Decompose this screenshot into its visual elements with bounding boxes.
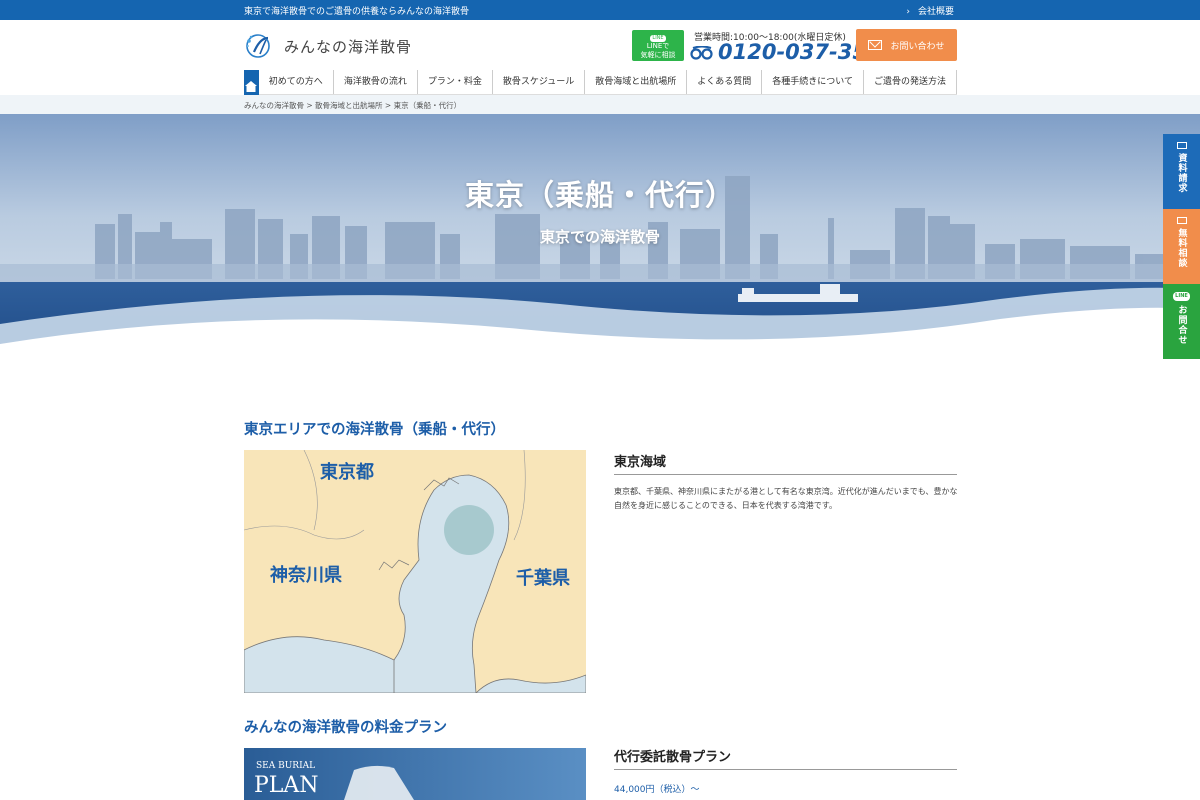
site-tagline: 東京で海洋散骨でのご遺骨の供養ならみんなの海洋散骨 [244,7,470,17]
nav-item-first-time[interactable]: 初めての方へ [259,70,334,94]
side-tabs: 資料請求 無料相談 LINE お問合せ [1163,134,1200,359]
map-label-chiba: 千葉県 [516,568,570,589]
top-bar: 東京で海洋散骨でのご遺骨の供養ならみんなの海洋散骨 › 会社概要 [0,0,1200,20]
side-tab-label: 資料請求 [1176,153,1187,193]
freedial-icon [690,45,714,60]
mail-icon [1176,142,1187,149]
breadcrumb-text[interactable]: みんなの海洋散骨 > 散骨海域と出航場所 > 東京（乗船・代行） [244,100,461,111]
plan-image-line2: PLAN [254,773,319,798]
nav-item-procedures[interactable]: 各種手続きについて [762,70,864,94]
side-tab-label: お問合せ [1176,305,1187,345]
info-title-tokyo-sea: 東京海域 [614,451,957,475]
logo-mark-icon [244,32,280,60]
line-icon: LINE [650,35,666,42]
side-tab-line-contact[interactable]: LINE お問合せ [1163,284,1200,359]
line-icon: LINE [1173,292,1190,301]
nav-item-faq[interactable]: よくある質問 [687,70,763,94]
plan-image: SEA BURIAL PLAN [244,748,586,800]
section-heading-pricing: みんなの海洋散骨の料金プラン [244,720,447,736]
tokyo-bay-map: 東京都 神奈川県 千葉県 [244,450,586,693]
mail-icon [868,40,883,50]
plan-image-line1: SEA BURIAL [256,761,315,771]
nav-item-shipping[interactable]: ご遺骨の発送方法 [864,70,957,94]
map-label-tokyo: 東京都 [320,461,374,483]
nav-item-flow[interactable]: 海洋散骨の流れ [334,70,418,94]
line-consult-button[interactable]: LINE LINEで 気軽に相談 [632,30,684,61]
contact-button[interactable]: お問い合わせ [856,29,957,61]
nav-item-schedule[interactable]: 散骨スケジュール [493,70,586,94]
main-nav: 初めての方へ 海洋散骨の流れ プラン・料金 散骨スケジュール 散骨海域と出航場所… [244,70,957,95]
mail-icon [1176,217,1187,224]
chevron-right-icon: › [906,7,910,17]
line-button-text1: LINEで [646,42,670,50]
plan-price: 44,000円（税込）〜 [614,785,700,795]
map-label-kanagawa: 神奈川県 [270,564,342,586]
nav-item-plans[interactable]: プラン・料金 [418,70,493,94]
nav-home[interactable] [244,70,259,95]
header: みんなの海洋散骨 LINE LINEで 気軽に相談 営業時間:10:00〜18:… [0,20,1200,70]
logo-name: みんなの海洋散骨 [284,37,413,56]
side-tab-free-consult[interactable]: 無料相談 [1163,209,1200,284]
section-heading-tokyo-area: 東京エリアでの海洋散骨（乗船・代行） [244,422,505,438]
hero-subtitle: 東京での海洋散骨 [539,228,660,246]
nav-item-areas[interactable]: 散骨海域と出航場所 [585,70,688,94]
company-link-label: 会社概要 [917,7,954,17]
logo[interactable]: みんなの海洋散骨 [244,32,412,60]
home-icon [245,77,258,92]
info-title-proxy-plan: 代行委託散骨プラン [614,746,957,770]
side-tab-label: 無料相談 [1176,228,1187,268]
side-tab-request-docs[interactable]: 資料請求 [1163,134,1200,209]
phone-number-link[interactable]: 0120-037-352 [690,40,882,64]
contact-button-label: お問い合わせ [890,41,945,52]
breadcrumb: みんなの海洋散骨 > 散骨海域と出航場所 > 東京（乗船・代行） [0,95,1200,114]
company-link[interactable]: › 会社概要 [906,4,954,17]
line-button-text2: 気軽に相談 [640,51,676,59]
hero-title: 東京（乗船・代行） [464,178,735,212]
info-text-tokyo-sea: 東京都、千葉県、神奈川県にまたがる港として有名な東京湾。近代化が進んだいまでも、… [614,487,958,510]
